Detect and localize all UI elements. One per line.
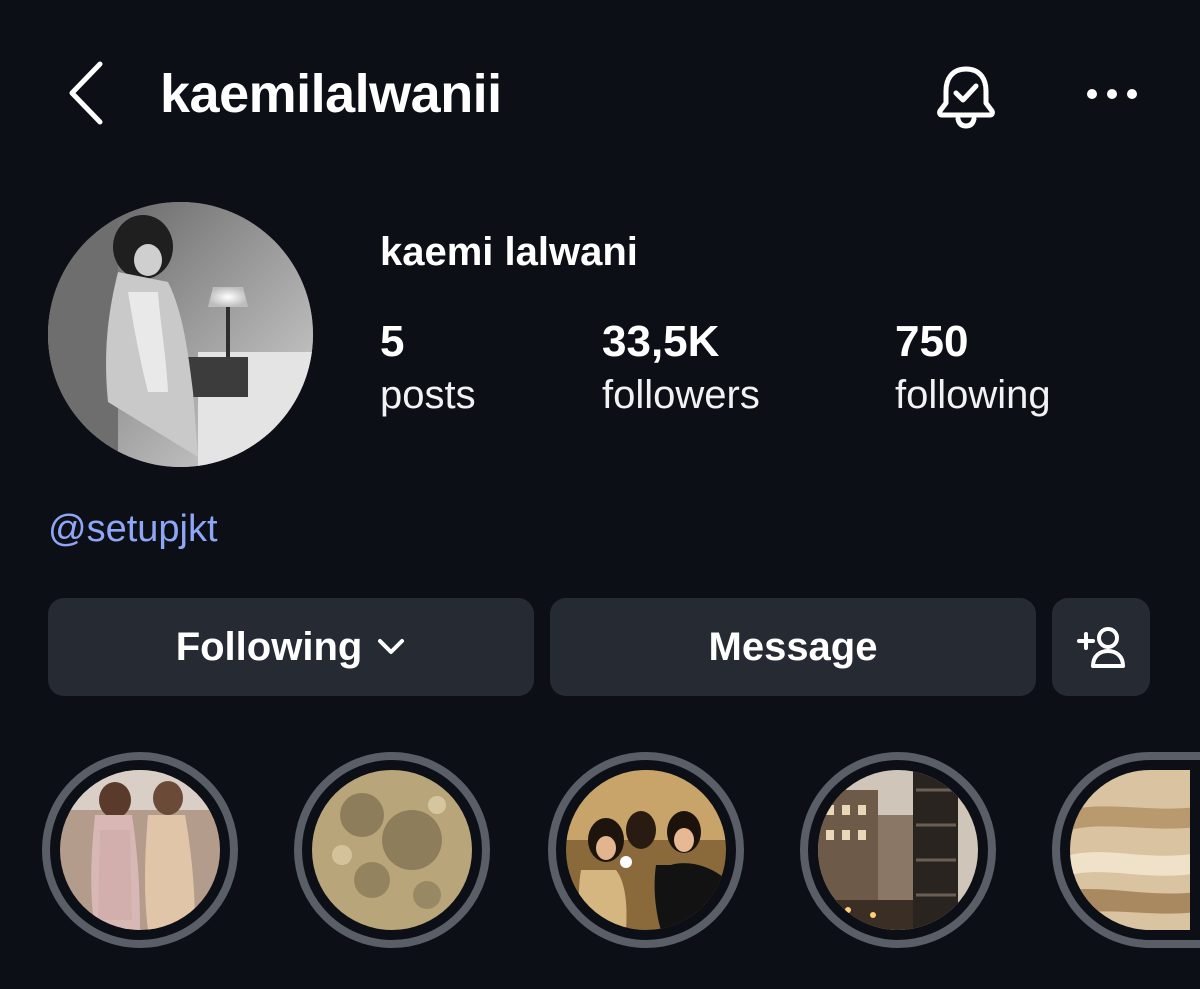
following-button-label: Following: [175, 624, 363, 669]
profile-screen: kaemilalwanii kaemi lalwani 5 posts 33,5…: [0, 0, 1200, 989]
add-person-icon: [1076, 625, 1126, 669]
highlight-dresses-image: [60, 770, 220, 930]
followers-stat[interactable]: 33,5K followers: [602, 316, 760, 422]
profile-header: kaemilalwanii: [0, 0, 1200, 190]
posts-count: 5: [380, 317, 405, 366]
following-stat[interactable]: 750 following: [895, 316, 1051, 422]
highlight-party-image: [566, 770, 726, 930]
notifications-button[interactable]: [932, 62, 1000, 130]
message-button-label: Message: [708, 624, 878, 669]
highlight-moon-image: [312, 770, 472, 930]
bell-check-icon: [934, 63, 998, 129]
highlight-planet-image: [1070, 770, 1190, 930]
more-dots-icon: [1086, 88, 1138, 100]
posts-stat[interactable]: 5 posts: [380, 316, 476, 422]
highlight-party[interactable]: [548, 752, 744, 948]
profile-avatar[interactable]: [48, 202, 313, 467]
posts-label: posts: [380, 373, 476, 417]
followers-label: followers: [602, 373, 760, 417]
more-options-button[interactable]: [1080, 72, 1144, 116]
following-button[interactable]: Following: [48, 598, 534, 696]
following-label: following: [895, 373, 1051, 417]
highlight-city-image: [818, 770, 978, 930]
message-button[interactable]: Message: [550, 598, 1036, 696]
highlight-city[interactable]: [800, 752, 996, 948]
profile-display-name: kaemi lalwani: [380, 230, 638, 274]
highlight-dresses[interactable]: [42, 752, 238, 948]
highlight-moon[interactable]: [294, 752, 490, 948]
chevron-down-icon: [376, 637, 406, 657]
profile-username: kaemilalwanii: [160, 64, 502, 124]
following-count: 750: [895, 317, 969, 366]
bio-mention-link[interactable]: @setupjkt: [48, 506, 218, 552]
suggest-people-button[interactable]: [1052, 598, 1150, 696]
chevron-left-icon: [66, 60, 106, 126]
back-button[interactable]: [58, 58, 114, 128]
followers-count: 33,5K: [602, 317, 720, 366]
highlight-planet[interactable]: [1052, 752, 1200, 948]
